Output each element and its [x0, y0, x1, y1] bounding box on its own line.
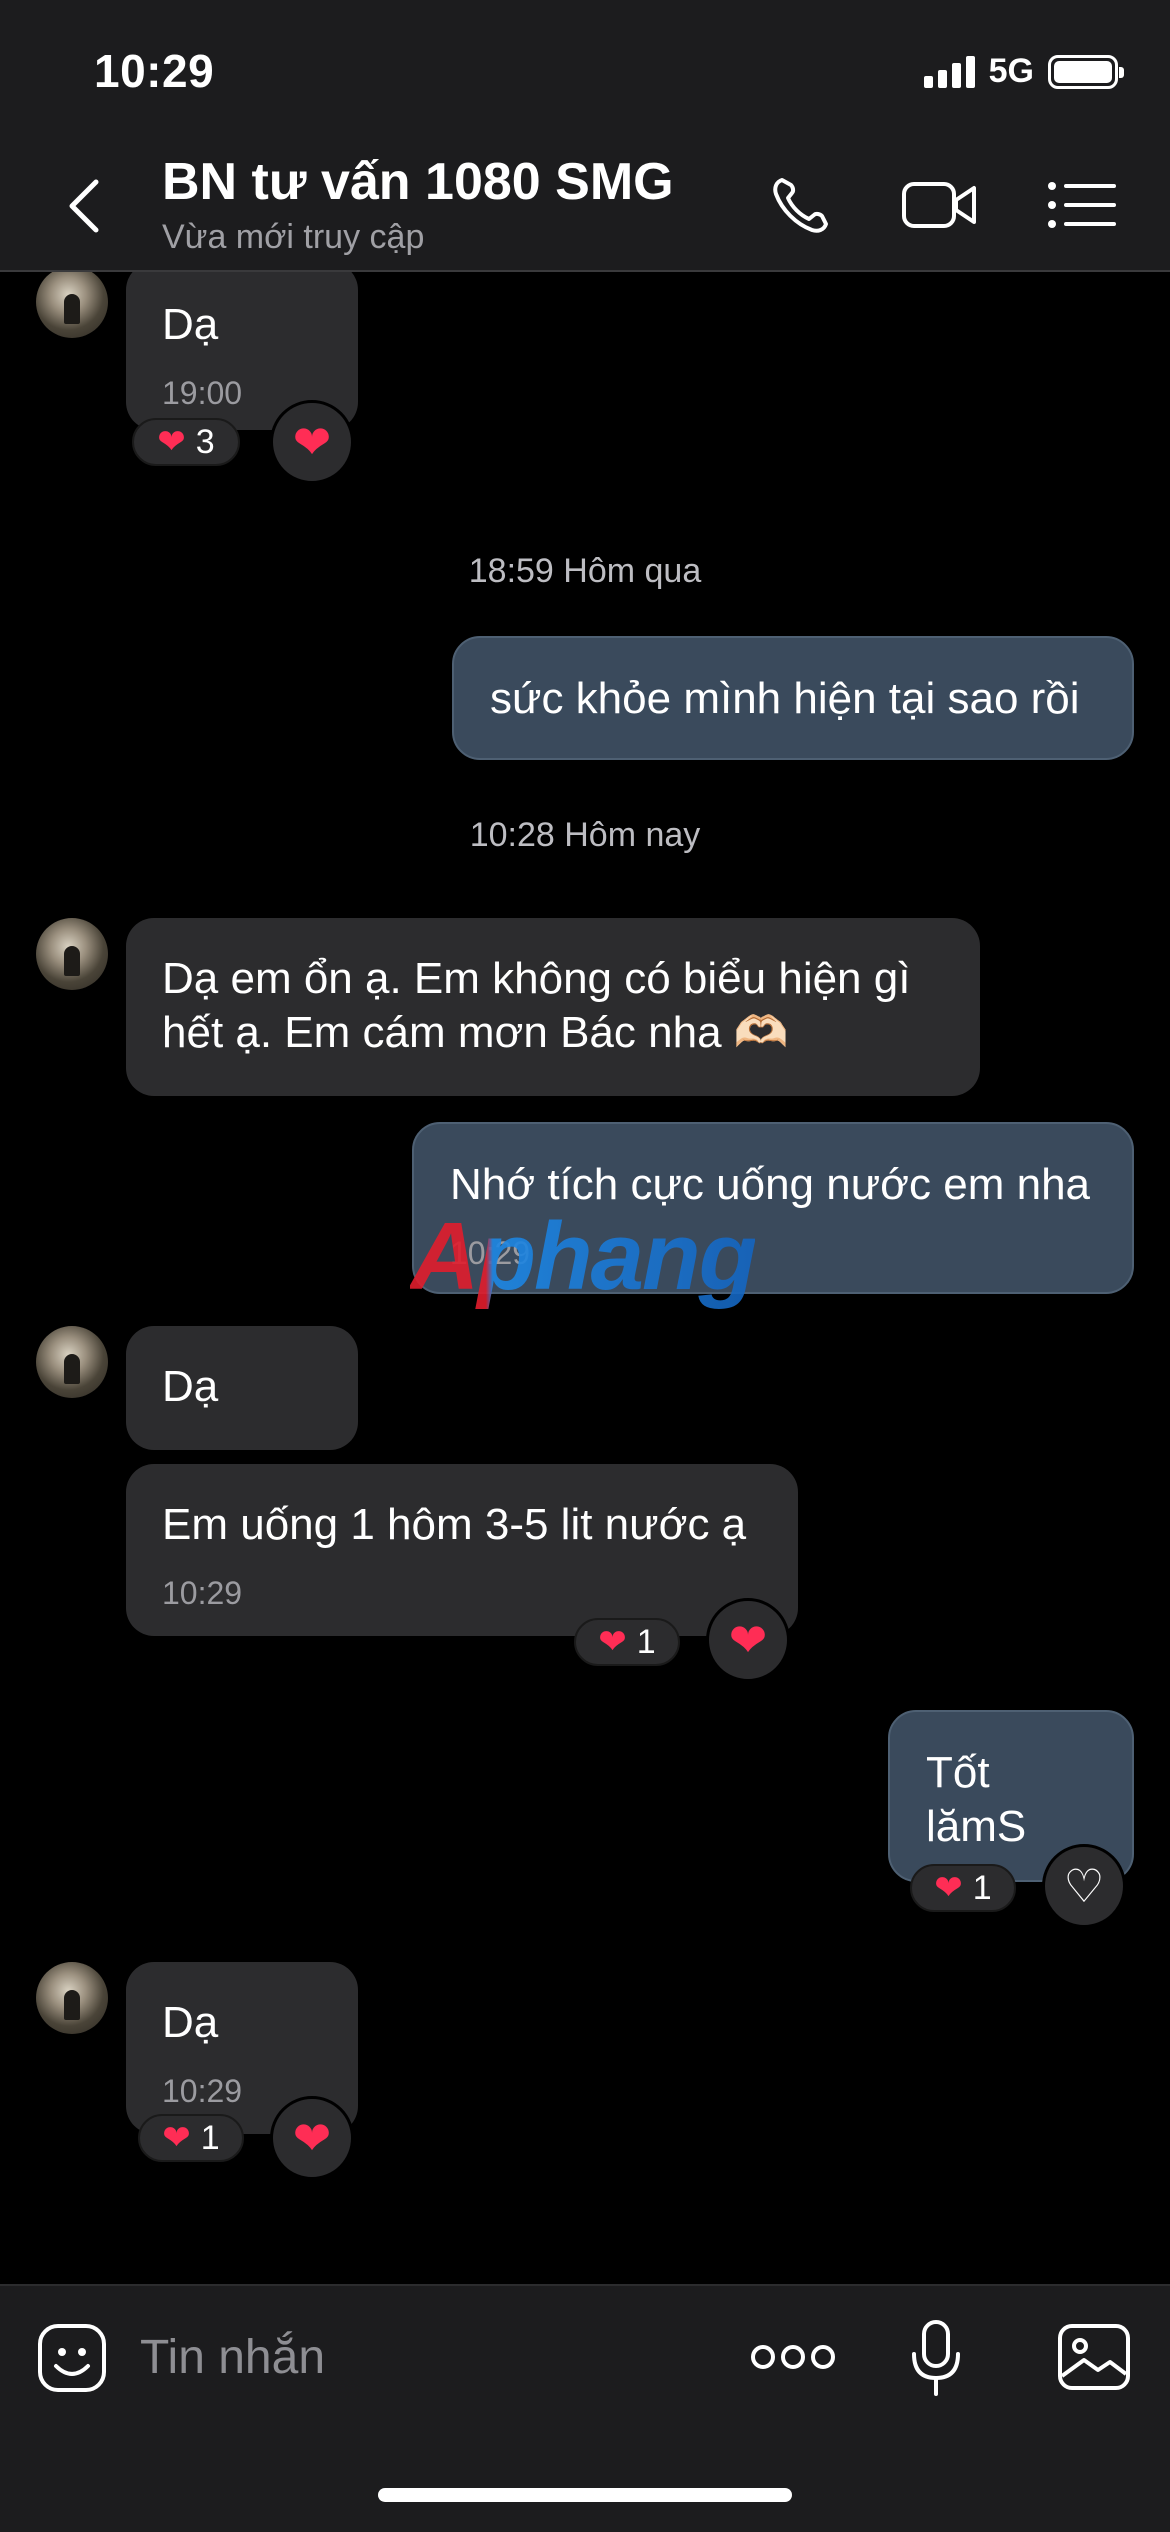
contact-avatar[interactable]: [36, 1326, 108, 1398]
date-separator: 18:59 Hôm qua: [468, 552, 702, 590]
message-text: Dạ em ổn ạ. Em không có biểu hiện gì hết…: [162, 954, 911, 1057]
reaction-count: 1: [636, 1622, 656, 1661]
chat-header: BN tư vấn 1080 SMG Vừa mới truy cập: [0, 140, 1170, 272]
reaction-badge[interactable]: ❤ 3: [132, 418, 240, 466]
last-seen-status: Vừa mới truy cập: [162, 218, 425, 256]
reaction-count: 1: [972, 1868, 992, 1907]
phone-icon[interactable]: [762, 170, 842, 240]
contact-avatar[interactable]: [36, 272, 108, 338]
message-input[interactable]: Tin nhắn: [140, 2330, 325, 2385]
heart-icon: ❤: [157, 423, 186, 461]
chat-title[interactable]: BN tư vấn 1080 SMG: [162, 152, 674, 212]
battery-icon: [1048, 54, 1124, 89]
heart-icon: ❤: [292, 416, 332, 468]
heart-icon: ❤: [728, 1614, 768, 1666]
reaction-count: 1: [200, 2118, 220, 2157]
message-text: Dạ: [162, 300, 219, 349]
react-heart-button[interactable]: ❤: [270, 400, 354, 484]
message-bubble-incoming[interactable]: Dạ em ổn ạ. Em không có biểu hiện gì hết…: [126, 918, 980, 1096]
message-text: Dạ: [162, 1998, 219, 2047]
sticker-emoji-icon[interactable]: [36, 2322, 108, 2394]
message-bubble-outgoing[interactable]: sức khỏe mình hiện tại sao rồi: [452, 636, 1134, 760]
status-time: 10:29: [94, 45, 215, 97]
image-gallery-icon[interactable]: [1056, 2322, 1132, 2392]
reaction-badge[interactable]: ❤ 1: [138, 2114, 244, 2162]
reaction-badge[interactable]: ❤ 1: [574, 1618, 680, 1666]
message-bubble-incoming[interactable]: Dạ: [126, 1326, 358, 1450]
heart-icon: ❤: [162, 2119, 191, 2157]
heart-icon: ❤: [934, 1869, 963, 1907]
back-chevron-icon[interactable]: [62, 176, 112, 236]
message-time: 10:29: [162, 1575, 243, 1611]
reaction-badge[interactable]: ❤ 1: [910, 1864, 1016, 1912]
video-call-icon[interactable]: [900, 170, 980, 240]
contact-avatar[interactable]: [36, 1962, 108, 2034]
home-indicator[interactable]: [378, 2488, 792, 2502]
message-bubble-incoming[interactable]: Em uống 1 hôm 3-5 lit nước ạ 10:29: [126, 1464, 798, 1636]
reaction-count: 3: [195, 422, 215, 461]
microphone-icon[interactable]: [906, 2318, 966, 2398]
status-indicators: 5G: [923, 52, 1124, 91]
react-heart-outline-button[interactable]: ♡: [1042, 1844, 1126, 1928]
signal-icon: [923, 55, 975, 88]
message-text: Em uống 1 hôm 3-5 lit nước ạ: [162, 1500, 747, 1549]
menu-list-icon[interactable]: [1042, 170, 1122, 240]
heart-icon: ❤: [292, 2112, 332, 2164]
more-options-icon[interactable]: [748, 2332, 838, 2382]
react-heart-button[interactable]: ❤: [270, 2096, 354, 2180]
watermark-logo: Aphang: [410, 1203, 757, 1310]
message-text: sức khỏe mình hiện tại sao rồi: [490, 674, 1080, 723]
heart-outline-icon: ♡: [1063, 1860, 1105, 1912]
react-heart-button[interactable]: ❤: [706, 1598, 790, 1682]
heart-icon: ❤: [598, 1623, 627, 1661]
network-type: 5G: [988, 52, 1034, 90]
message-list[interactable]: Dạ 19:00 ❤ 3 ❤ 18:59 Hôm qua sức khỏe mìn…: [0, 272, 1170, 2284]
message-text: Dạ: [162, 1362, 219, 1411]
message-text: Tốt lămS: [926, 1748, 1027, 1851]
contact-avatar[interactable]: [36, 918, 108, 990]
date-separator: 10:28 Hôm nay: [469, 816, 701, 854]
status-bar: 10:29 5G: [0, 0, 1170, 140]
